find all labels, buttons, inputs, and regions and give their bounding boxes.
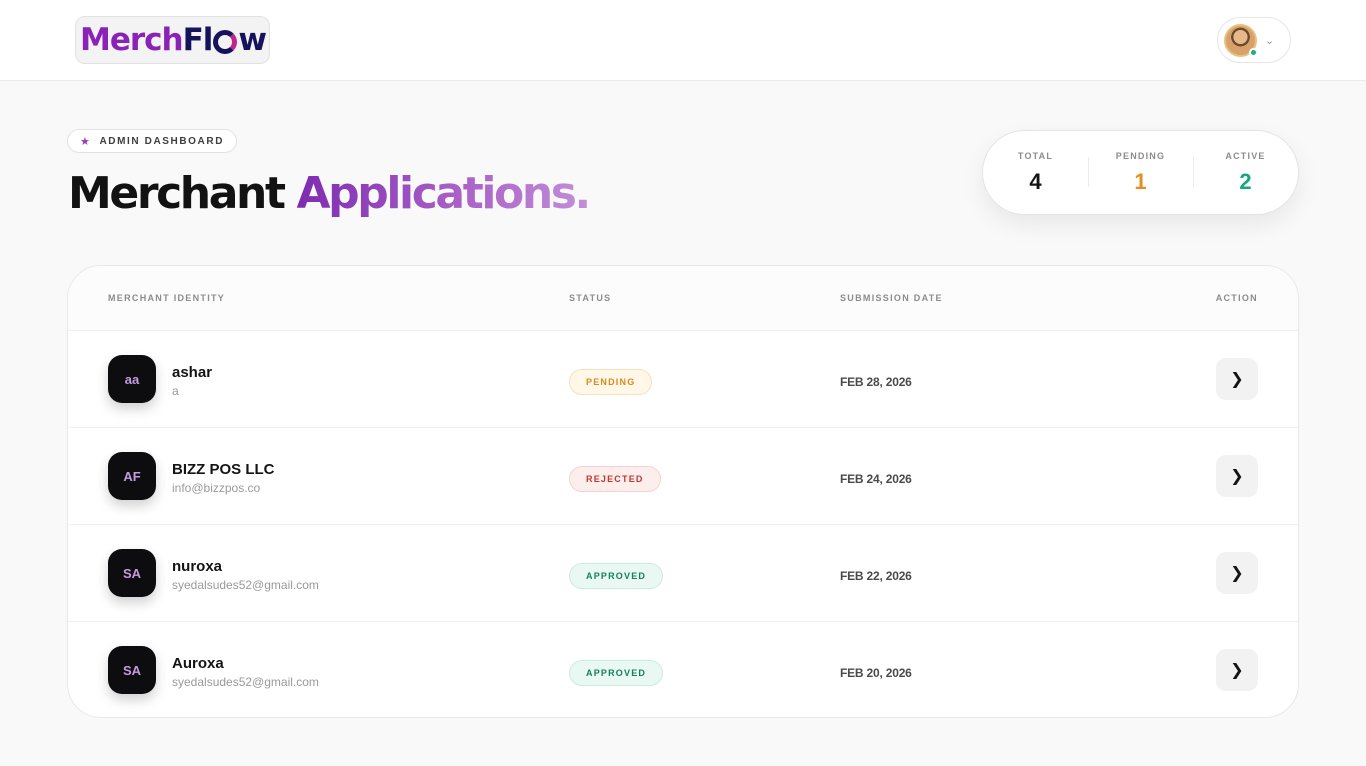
- admin-dashboard-badge: ★ ADMIN DASHBOARD: [67, 129, 238, 153]
- status-badge: PENDING: [569, 369, 653, 395]
- stat-total-label: TOTAL: [1017, 150, 1054, 161]
- merchant-email: a: [172, 384, 179, 398]
- merchant-name: ashar: [172, 364, 213, 381]
- star-icon: ★: [80, 135, 92, 148]
- profile-menu-button[interactable]: ⌄: [1217, 17, 1291, 63]
- page-title: Merchant Applications.: [68, 168, 592, 219]
- submission-date: FEB 20, 2026: [840, 666, 912, 680]
- submission-date: FEB 22, 2026: [840, 569, 912, 583]
- chevron-right-icon: ❯: [1230, 468, 1244, 485]
- logo-text-flow: Fl w: [182, 22, 267, 58]
- stat-active: ACTIVE 2: [1193, 151, 1298, 195]
- stat-total: TOTAL 4: [983, 151, 1088, 195]
- merchant-initials-avatar: aa: [108, 355, 156, 403]
- chevron-right-icon: ❯: [1230, 371, 1244, 388]
- merchant-initials-avatar: SA: [108, 646, 156, 694]
- merchant-initials-avatar: AF: [108, 452, 156, 500]
- page-title-accent: Applications.: [296, 168, 592, 219]
- merchant-email: syedalsudes52@gmail.com: [172, 675, 319, 689]
- top-bar: Merch Fl w ⌄: [0, 0, 1366, 81]
- submission-date: FEB 24, 2026: [840, 472, 912, 486]
- page-title-main: Merchant: [68, 168, 286, 219]
- view-application-button[interactable]: ❯: [1216, 455, 1258, 497]
- table-row[interactable]: SA nuroxa syedalsudes52@gmail.com APPROV…: [68, 525, 1298, 622]
- merchflow-logo[interactable]: Merch Fl w: [75, 16, 270, 64]
- view-application-button[interactable]: ❯: [1216, 552, 1258, 594]
- online-status-dot: [1249, 47, 1258, 57]
- chevron-down-icon: ⌄: [1265, 34, 1275, 47]
- merchant-email: info@bizzpos.co: [172, 481, 261, 495]
- chevron-right-icon: ❯: [1230, 565, 1244, 582]
- user-avatar: [1224, 23, 1258, 57]
- table-row[interactable]: AF BIZZ POS LLC info@bizzpos.co REJECTED…: [68, 428, 1298, 525]
- logo-text-w: w: [238, 22, 267, 58]
- logo-text-fl: Fl: [182, 22, 214, 58]
- table-row[interactable]: aa ashar a PENDING FEB 28, 2026 ❯: [68, 331, 1298, 428]
- badge-label: ADMIN DASHBOARD: [99, 135, 225, 147]
- column-header-merchant: MERCHANT IDENTITY: [108, 293, 226, 303]
- view-application-button[interactable]: ❯: [1216, 649, 1258, 691]
- applications-table: MERCHANT IDENTITY STATUS SUBMISSION DATE…: [67, 265, 1299, 718]
- stat-active-value: 2: [1239, 168, 1252, 194]
- stat-pending: PENDING 1: [1088, 151, 1193, 195]
- logo-o-icon: [213, 30, 238, 54]
- logo-text-merch: Merch: [80, 22, 184, 58]
- status-badge: APPROVED: [569, 660, 664, 686]
- table-header: MERCHANT IDENTITY STATUS SUBMISSION DATE…: [68, 266, 1298, 331]
- view-application-button[interactable]: ❯: [1216, 358, 1258, 400]
- submission-date: FEB 28, 2026: [840, 375, 912, 389]
- merchant-name: Auroxa: [172, 655, 224, 672]
- chevron-right-icon: ❯: [1230, 662, 1244, 679]
- merchant-email: syedalsudes52@gmail.com: [172, 578, 319, 592]
- stat-pending-value: 1: [1134, 168, 1147, 194]
- column-header-status: STATUS: [569, 293, 612, 303]
- column-header-action: ACTION: [1215, 293, 1258, 303]
- table-row[interactable]: SA Auroxa syedalsudes52@gmail.com APPROV…: [68, 622, 1298, 717]
- merchant-name: BIZZ POS LLC: [172, 461, 275, 478]
- stat-total-value: 4: [1029, 168, 1042, 194]
- merchant-initials-avatar: SA: [108, 549, 156, 597]
- stat-pending-label: PENDING: [1115, 150, 1166, 161]
- status-badge: REJECTED: [569, 466, 661, 492]
- stat-active-label: ACTIVE: [1225, 150, 1266, 161]
- merchant-name: nuroxa: [172, 558, 223, 575]
- status-badge: APPROVED: [569, 563, 664, 589]
- stats-summary: TOTAL 4 PENDING 1 ACTIVE 2: [982, 130, 1299, 215]
- column-header-date: SUBMISSION DATE: [840, 293, 943, 303]
